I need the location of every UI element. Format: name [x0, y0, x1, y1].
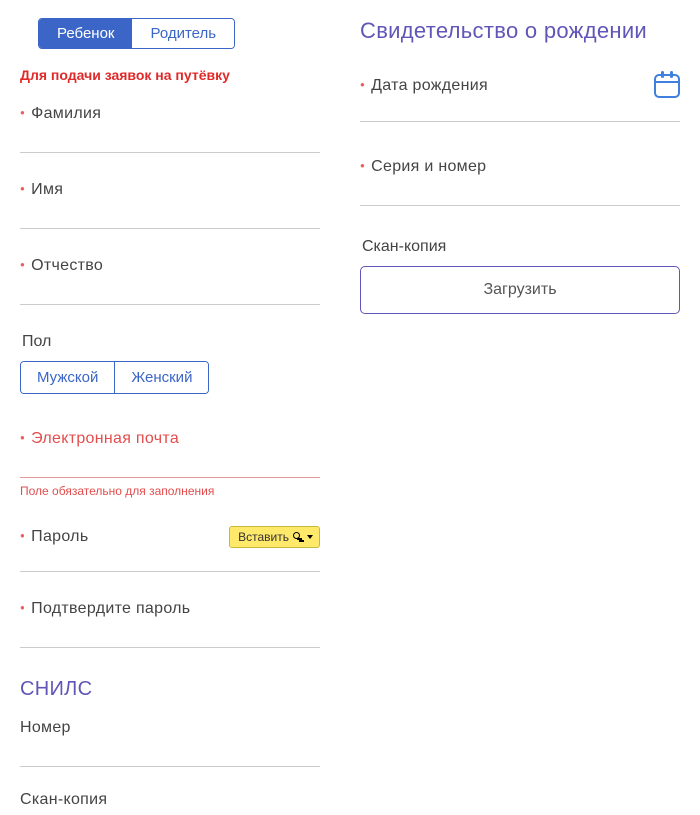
tab-child[interactable]: Ребенок — [39, 19, 132, 48]
input-series-number[interactable] — [360, 182, 680, 206]
input-password-confirm[interactable] — [20, 624, 320, 648]
input-email[interactable] — [20, 454, 320, 478]
label-series-number: Серия и номер — [360, 158, 680, 182]
snils-title: СНИЛС — [20, 678, 320, 701]
label-snils-scan: Скан-копия — [20, 791, 320, 815]
label-gender: Пол — [22, 333, 320, 351]
label-scan-copy: Скан-копия — [362, 238, 680, 256]
input-patronymic[interactable] — [20, 281, 320, 305]
role-tabs: Ребенок Родитель — [38, 18, 235, 49]
input-surname[interactable] — [20, 129, 320, 153]
upload-button[interactable]: Загрузить — [360, 266, 680, 314]
label-email: Электронная почта — [20, 430, 320, 454]
label-surname: Фамилия — [20, 105, 320, 129]
label-birthdate: Дата рождения — [360, 77, 488, 95]
chevron-down-icon — [307, 535, 313, 539]
input-snils-number[interactable] — [20, 743, 320, 767]
error-email: Поле обязательно для заполнения — [20, 484, 320, 498]
label-password: Пароль — [20, 528, 88, 546]
input-birthdate[interactable] — [360, 98, 680, 122]
input-name[interactable] — [20, 205, 320, 229]
gender-segmented: Мужской Женский — [20, 361, 209, 394]
label-patronymic: Отчество — [20, 257, 320, 281]
key-icon — [293, 532, 303, 542]
birth-cert-title: Свидетельство о рождении — [360, 18, 680, 44]
gender-female[interactable]: Женский — [114, 362, 208, 393]
label-snils-number: Номер — [20, 719, 320, 743]
label-name: Имя — [20, 181, 320, 205]
input-password[interactable] — [20, 548, 320, 572]
gender-male[interactable]: Мужской — [21, 362, 114, 393]
calendar-icon[interactable] — [654, 74, 680, 98]
paste-password-button[interactable]: Вставить — [229, 526, 320, 548]
voucher-notice: Для подачи заявок на путёвку — [20, 67, 320, 83]
label-password-confirm: Подтвердите пароль — [20, 600, 320, 624]
tab-parent[interactable]: Родитель — [132, 19, 234, 48]
paste-label: Вставить — [238, 530, 289, 544]
